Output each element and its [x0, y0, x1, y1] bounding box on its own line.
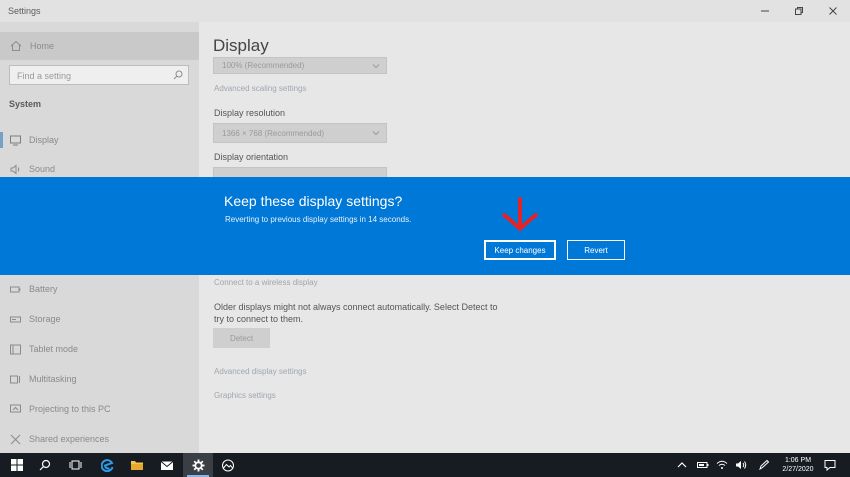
sidebar-item-battery[interactable]: Battery [0, 275, 199, 303]
edge-browser-icon [100, 458, 113, 472]
detect-description-line1: Older displays might not always connect … [214, 302, 498, 312]
chevron-down-icon [372, 131, 380, 136]
close-icon [829, 7, 837, 15]
edge-browser-button[interactable] [92, 453, 122, 477]
app-title: Settings [8, 6, 41, 16]
search-box [9, 65, 189, 85]
photos-icon [222, 459, 234, 471]
windows-logo-icon [11, 459, 23, 471]
chevron-up-icon[interactable] [676, 459, 688, 471]
sidebar-item-label: Storage [29, 314, 61, 324]
graphics-settings-link[interactable]: Graphics settings [214, 391, 276, 400]
scale-dropdown[interactable]: 100% (Recommended) [213, 57, 387, 74]
sidebar-item-label: Display [29, 135, 59, 145]
search-icon[interactable] [173, 70, 183, 80]
section-title: System [9, 99, 42, 109]
mail-icon [160, 460, 174, 470]
home-icon [10, 40, 22, 51]
task-view-button[interactable] [60, 453, 90, 477]
clock-time: 1:06 PM [784, 457, 812, 464]
advanced-display-link[interactable]: Advanced display settings [214, 367, 307, 376]
window-controls [748, 0, 850, 22]
wifi-icon[interactable] [716, 459, 728, 471]
chevron-down-icon [372, 64, 380, 69]
dialog-message: Reverting to previous display settings i… [225, 215, 412, 224]
search-icon [39, 459, 51, 471]
taskbar-search-button[interactable] [30, 453, 60, 477]
orientation-dropdown[interactable] [213, 167, 387, 177]
keep-changes-button[interactable]: Keep changes [484, 240, 556, 260]
storage-icon [10, 316, 21, 323]
start-button[interactable] [2, 453, 32, 477]
volume-icon[interactable] [735, 459, 747, 471]
sidebar-item-label: Shared experiences [29, 434, 110, 444]
page-title: Display [213, 36, 269, 55]
resolution-label: Display resolution [214, 108, 286, 118]
photos-app-button[interactable] [213, 453, 243, 477]
detect-description-line2: try to connect to them. [214, 314, 304, 324]
orientation-label: Display orientation [214, 152, 289, 162]
speaker-icon [10, 164, 20, 175]
monitor-icon [10, 135, 21, 146]
taskbar: 1:06 PM 2/27/2020 [0, 453, 850, 477]
detect-button[interactable]: Detect [213, 328, 270, 348]
settings-app-button[interactable] [183, 453, 213, 477]
shared-icon [10, 434, 21, 445]
pen-workspace-icon[interactable] [758, 459, 770, 471]
clock-date: 2/27/2020 [782, 466, 814, 473]
task-view-icon [69, 460, 81, 470]
keep-settings-dialog: Keep these display settings? Reverting t… [0, 177, 850, 275]
system-clock[interactable]: 1:06 PM 2/27/2020 [777, 456, 819, 474]
home-label: Home [30, 41, 55, 51]
minimize-button[interactable] [748, 0, 782, 22]
tablet-icon [10, 344, 21, 355]
sidebar-item-shared-experiences[interactable]: Shared experiences [0, 425, 199, 453]
search-input[interactable] [10, 67, 160, 85]
sidebar-item-label: Projecting to this PC [29, 404, 111, 414]
resolution-value: 1366 × 768 (Recommended) [222, 129, 325, 138]
sidebar-item-display[interactable]: Display [0, 126, 199, 154]
sidebar-item-multitasking[interactable]: Multitasking [0, 365, 199, 393]
selection-indicator [0, 132, 3, 148]
folder-icon [131, 461, 143, 470]
gear-icon [192, 459, 204, 471]
settings-window: Settings Home System Display [0, 0, 850, 453]
action-center-icon[interactable] [824, 459, 836, 471]
wireless-display-link[interactable]: Connect to a wireless display [214, 278, 318, 287]
projecting-icon [10, 404, 21, 413]
multitasking-icon [10, 375, 20, 384]
restore-icon [795, 7, 803, 15]
minimize-icon [761, 10, 769, 12]
sidebar-item-label: Sound [29, 164, 56, 174]
file-explorer-button[interactable] [122, 453, 152, 477]
red-arrow-annotation-icon [502, 197, 538, 231]
close-button[interactable] [816, 0, 850, 22]
scale-value: 100% (Recommended) [222, 61, 305, 70]
sidebar-item-storage[interactable]: Storage [0, 305, 199, 333]
restore-button[interactable] [782, 0, 816, 22]
battery-icon[interactable] [697, 459, 709, 471]
battery-icon [10, 286, 21, 293]
resolution-dropdown[interactable]: 1366 × 768 (Recommended) [213, 123, 387, 143]
sidebar-item-projecting[interactable]: Projecting to this PC [0, 395, 199, 423]
sidebar-item-label: Multitasking [29, 374, 77, 384]
sidebar-item-tablet-mode[interactable]: Tablet mode [0, 335, 199, 363]
sidebar-item-label: Tablet mode [29, 344, 79, 354]
sidebar-item-home[interactable]: Home [0, 32, 199, 60]
dialog-title: Keep these display settings? [224, 193, 403, 209]
title-bar: Settings [0, 0, 850, 22]
advanced-scaling-link[interactable]: Advanced scaling settings [214, 84, 307, 93]
sidebar-item-label: Battery [29, 284, 58, 294]
mail-button[interactable] [152, 453, 182, 477]
revert-button[interactable]: Revert [567, 240, 625, 260]
